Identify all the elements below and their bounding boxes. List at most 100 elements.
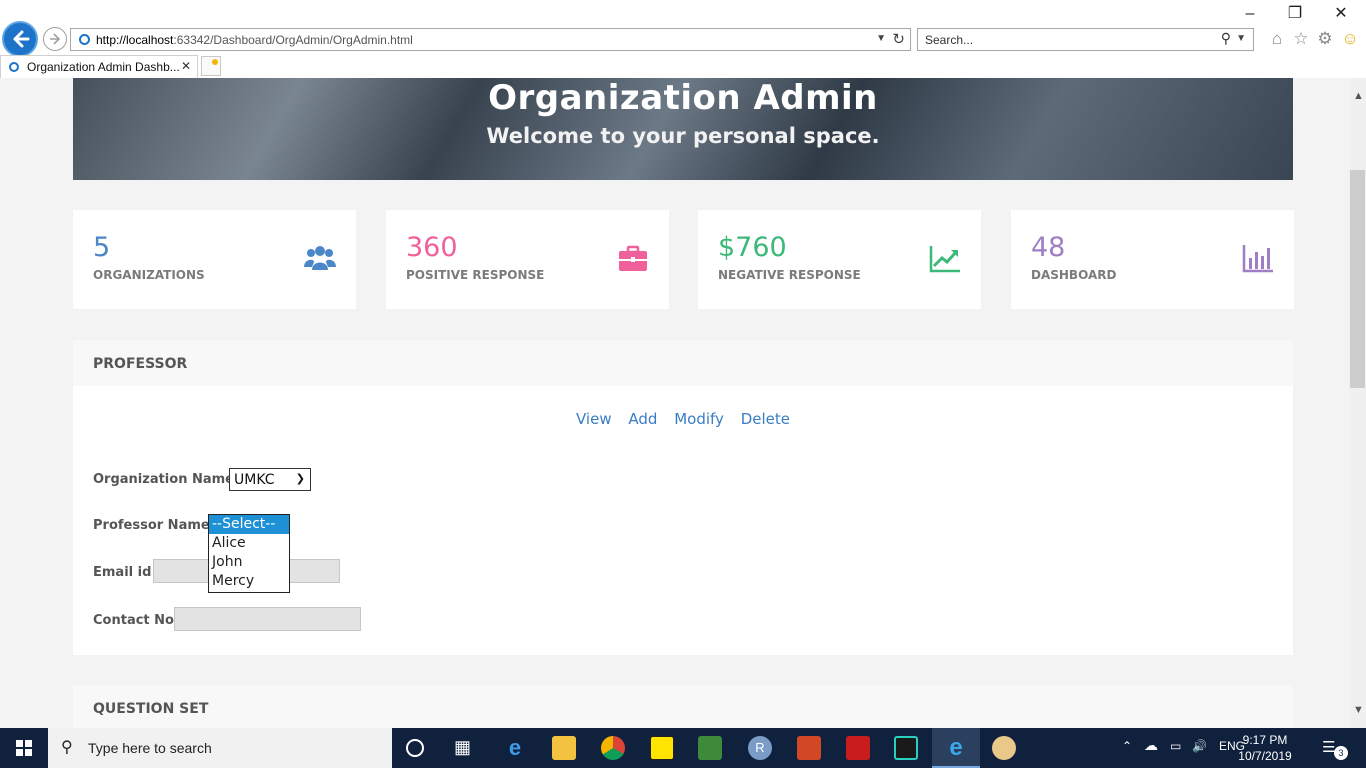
tab-close-icon[interactable]: ✕ — [181, 59, 191, 73]
cortana-icon[interactable] — [406, 739, 424, 757]
scroll-down-icon[interactable]: ▼ — [1353, 704, 1364, 716]
page-viewport: Organization Admin Welcome to your perso… — [0, 78, 1349, 728]
acrobat-icon[interactable] — [846, 736, 870, 760]
loading-icon — [79, 34, 90, 45]
view-link[interactable]: View — [576, 410, 612, 428]
windows-logo-icon — [16, 740, 32, 756]
windows-taskbar: ⚲ Type here to search ▦ e R e ⌃ ☁ ▭ 🔊 EN… — [0, 728, 1366, 768]
hero-banner: Organization Admin Welcome to your perso… — [73, 78, 1293, 180]
clock-time: 9:17 PM — [1242, 733, 1288, 747]
question-set-panel: QUESTION SET — [73, 685, 1293, 728]
add-link[interactable]: Add — [628, 410, 657, 428]
professor-panel: PROFESSOR View Add Modify Delete Organiz… — [73, 340, 1293, 655]
stat-label: ORGANIZATIONS — [93, 268, 205, 282]
favorites-star-icon[interactable]: ☆ — [1290, 28, 1312, 50]
modify-link[interactable]: Modify — [674, 410, 724, 428]
search-icon: ⚲ — [61, 739, 73, 756]
battery-icon[interactable]: ▭ — [1170, 739, 1181, 753]
forward-arrow-icon — [50, 33, 61, 45]
home-icon[interactable]: ⌂ — [1266, 28, 1288, 50]
delete-link[interactable]: Delete — [741, 410, 790, 428]
stat-value: $760 — [718, 232, 787, 263]
briefcase-icon — [619, 245, 647, 271]
chevron-down-icon: ❯ — [295, 472, 305, 485]
sticky-notes-icon[interactable] — [650, 736, 674, 760]
contact-label: Contact No : — [93, 613, 184, 628]
panel-heading: QUESTION SET — [93, 701, 209, 717]
forward-button[interactable] — [43, 27, 67, 51]
professor-option[interactable]: Mercy — [209, 572, 289, 591]
notification-center-button[interactable]: ☰ 3 — [1322, 738, 1348, 760]
page-subtitle: Welcome to your personal space. — [486, 124, 880, 148]
powerpoint-icon[interactable] — [797, 736, 821, 760]
clock[interactable]: 9:17 PM 10/7/2019 — [1220, 732, 1310, 764]
scroll-up-icon[interactable]: ▲ — [1353, 90, 1364, 102]
search-placeholder: Search... — [925, 33, 974, 47]
stat-card-organizations: 5 ORGANIZATIONS — [73, 210, 356, 309]
settings-gear-icon[interactable]: ⚙ — [1314, 28, 1336, 50]
professor-option[interactable]: --Select-- — [209, 515, 289, 534]
taskbar-search-input[interactable]: ⚲ Type here to search — [48, 728, 392, 768]
new-tab-button[interactable] — [201, 56, 221, 76]
browser-search-input[interactable]: Search... ⚲ ▼ — [917, 28, 1254, 51]
browser-tab[interactable]: Organization Admin Dashb... ✕ — [0, 55, 198, 78]
feedback-smiley-icon[interactable]: ☺ — [1339, 28, 1361, 50]
search-dropdown-icon[interactable]: ▼ — [1236, 33, 1246, 44]
tab-title: Organization Admin Dashb... — [27, 60, 180, 74]
r-icon[interactable]: R — [748, 736, 772, 760]
volume-icon[interactable]: 🔊 — [1192, 739, 1207, 753]
back-button[interactable] — [2, 21, 38, 57]
file-explorer-icon[interactable] — [552, 736, 576, 760]
scrollbar-thumb[interactable] — [1350, 170, 1365, 388]
onedrive-icon[interactable]: ☁ — [1144, 737, 1158, 754]
professor-panel-header: PROFESSOR — [73, 340, 1293, 386]
stat-card-positive-response: 360 POSITIVE RESPONSE — [386, 210, 669, 309]
organization-select-value: UMKC — [234, 472, 275, 488]
users-icon — [304, 246, 336, 270]
internet-explorer-icon: e — [949, 734, 963, 761]
address-bar[interactable]: http://localhost:63342/Dashboard/OrgAdmi… — [70, 28, 911, 51]
paint-icon[interactable] — [992, 736, 1016, 760]
trend-up-icon — [929, 246, 960, 273]
professor-actions: View Add Modify Delete — [73, 410, 1293, 428]
start-button[interactable] — [0, 728, 48, 768]
contact-field[interactable] — [174, 607, 361, 631]
professor-option[interactable]: John — [209, 553, 289, 572]
professor-option[interactable]: Alice — [209, 534, 289, 553]
webstorm-icon[interactable] — [894, 736, 918, 760]
email-label: Email id : — [93, 565, 162, 580]
organization-select[interactable]: UMKC ❯ — [229, 468, 311, 491]
address-dropdown-icon[interactable]: ▼ — [876, 33, 886, 44]
professor-name-label: Professor Name : — [93, 518, 220, 533]
taskbar-search-placeholder: Type here to search — [88, 740, 212, 756]
tab-loading-icon — [9, 62, 19, 72]
tray-chevron-icon[interactable]: ⌃ — [1122, 739, 1132, 753]
page-scrollbar[interactable]: ▲ ▼ — [1349, 78, 1366, 728]
edge-icon[interactable]: e — [503, 736, 527, 760]
bar-chart-icon — [1242, 245, 1273, 273]
page-title: Organization Admin — [488, 78, 878, 118]
stat-label: DASHBOARD — [1031, 268, 1117, 282]
question-set-panel-header: QUESTION SET — [73, 685, 1293, 728]
task-view-icon[interactable]: ▦ — [454, 737, 471, 758]
stat-label: POSITIVE RESPONSE — [406, 268, 545, 282]
professor-select-list[interactable]: --Select-- Alice John Mercy — [208, 514, 290, 593]
back-arrow-icon — [13, 30, 30, 48]
chrome-icon[interactable] — [601, 736, 625, 760]
stat-card-dashboard: 48 DASHBOARD — [1011, 210, 1294, 309]
browser-chrome: – ❐ ✕ http://localhost:63342/Dashboard/O… — [0, 0, 1366, 78]
clock-date: 10/7/2019 — [1238, 749, 1292, 763]
stat-value: 5 — [93, 232, 111, 263]
minimize-button[interactable]: – — [1237, 4, 1263, 24]
stat-value: 360 — [406, 232, 458, 263]
address-url: http://localhost:63342/Dashboard/OrgAdmi… — [96, 33, 413, 47]
panel-heading: PROFESSOR — [93, 356, 188, 372]
close-window-button[interactable]: ✕ — [1328, 4, 1354, 24]
spreadsheet-icon[interactable] — [698, 736, 722, 760]
organization-name-label: Organization Name : — [93, 472, 244, 487]
restore-button[interactable]: ❐ — [1282, 4, 1308, 24]
refresh-icon[interactable]: ↻ — [892, 30, 905, 48]
stat-card-negative-response: $760 NEGATIVE RESPONSE — [698, 210, 981, 309]
search-icon[interactable]: ⚲ — [1221, 30, 1231, 47]
ie-taskbar-active[interactable]: e — [932, 728, 980, 768]
